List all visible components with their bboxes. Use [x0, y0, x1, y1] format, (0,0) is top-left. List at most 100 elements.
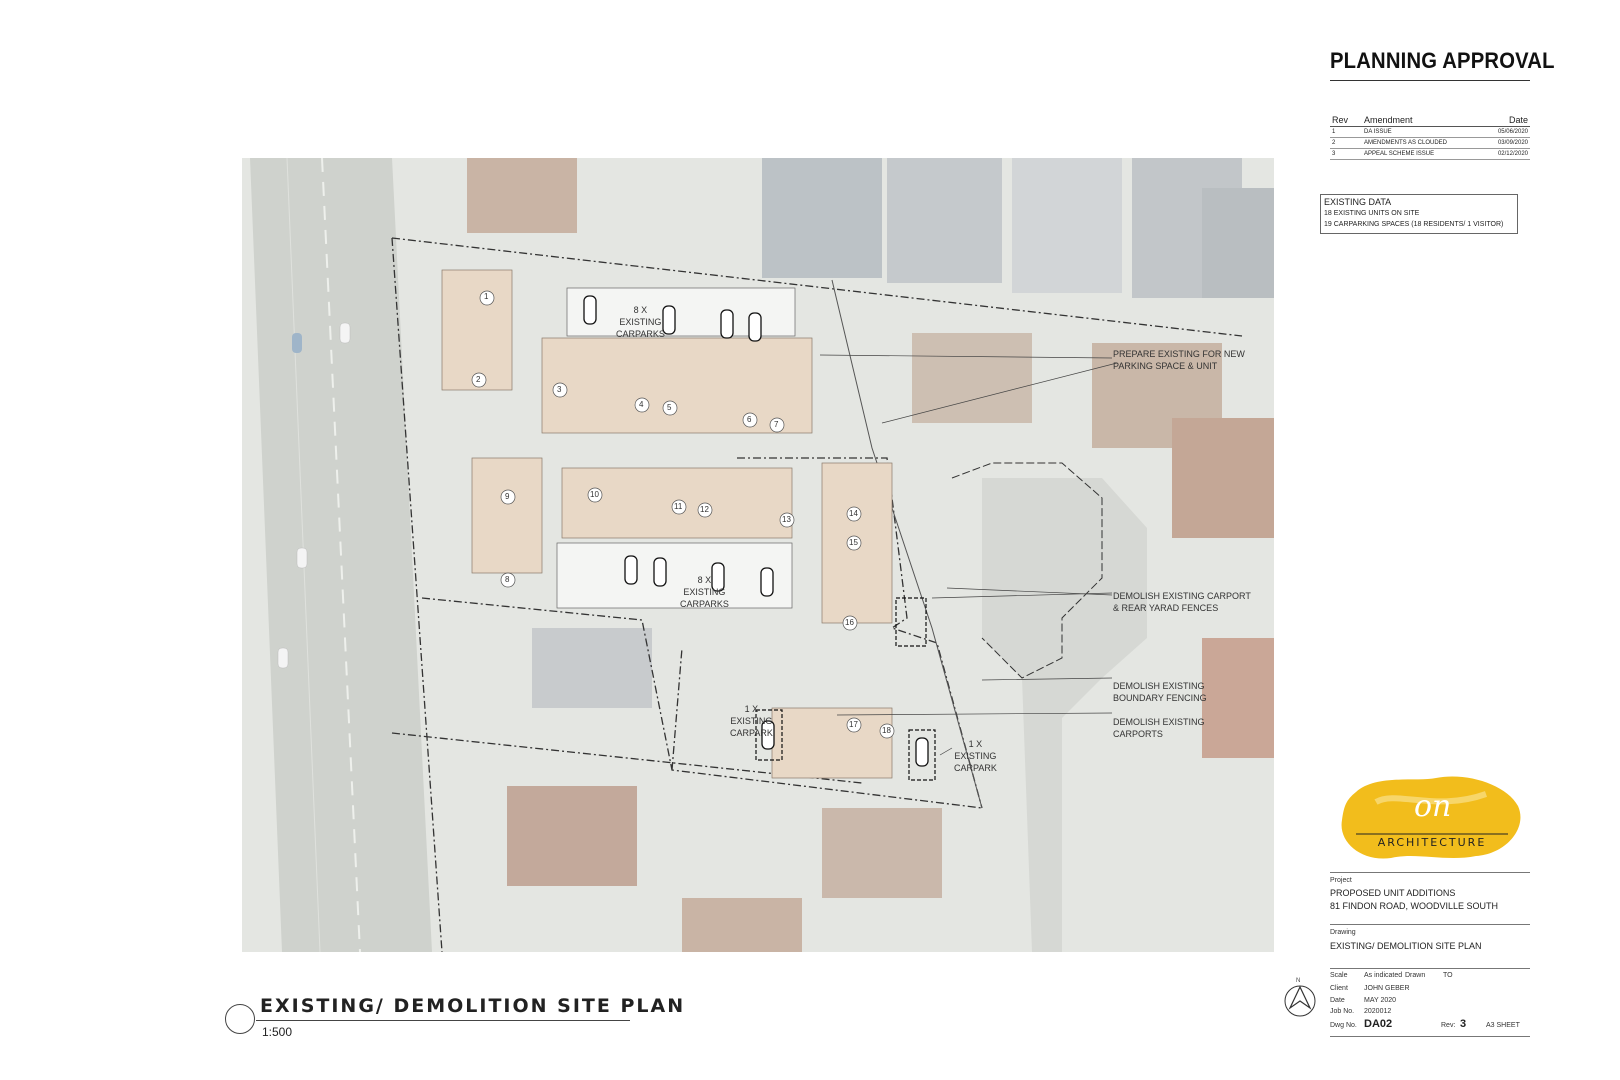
neighbour-roof	[822, 808, 942, 898]
turning-circle	[1012, 518, 1132, 638]
site-plan-aerial	[242, 158, 1274, 952]
neighbour-roof	[1202, 188, 1274, 298]
label-line: CARPORTS	[1113, 729, 1163, 739]
existing-carpark-label: 1 X EXISTING CARPARK	[730, 703, 773, 739]
job-value: 2020012	[1364, 1008, 1392, 1015]
rev-label: Rev:	[1441, 1022, 1456, 1029]
project-line: 81 FINDON ROAD, WOODVILLE SOUTH	[1330, 901, 1499, 911]
unit-block	[541, 337, 813, 434]
existing-data-line: 18 EXISTING UNITS ON SITE	[1324, 210, 1420, 217]
parked-car	[583, 295, 597, 325]
parked-car	[720, 309, 734, 339]
job-label: Job No.	[1330, 1008, 1355, 1015]
rev-number: 1	[1330, 126, 1362, 138]
dwg-value: DA02	[1364, 1018, 1393, 1030]
demolish-carports-note: DEMOLISH EXISTING CARPORTS	[1113, 716, 1205, 740]
existing-data-box: EXISTING DATA 18 EXISTING UNITS ON SITE …	[1320, 194, 1518, 234]
rev-amendment: DA ISSUE	[1362, 126, 1486, 138]
unit-block	[471, 457, 543, 574]
dwg-label: Dwg No.	[1330, 1022, 1357, 1029]
plan-title: EXISTING/ DEMOLITION SITE PLAN	[260, 995, 686, 1017]
table-row: 2 AMENDMENTS AS CLOUDED 03/09/2020	[1330, 137, 1530, 149]
neighbour-roof	[762, 158, 882, 278]
demolish-boundary-note: DEMOLISH EXISTING BOUNDARY FENCING	[1113, 680, 1207, 704]
table-row: 1 DA ISSUE 05/06/2020	[1330, 126, 1530, 138]
road-car	[339, 322, 351, 344]
parked-car	[915, 737, 929, 767]
scale-label: Scale	[1330, 972, 1348, 979]
existing-data-title: EXISTING DATA	[1324, 197, 1392, 207]
title-block-rule	[1330, 968, 1530, 969]
drawn-value: TO	[1443, 972, 1453, 979]
label-line: DEMOLISH EXISTING CARPORT	[1113, 591, 1251, 601]
parked-car	[653, 557, 667, 587]
existing-carparks-label: 8 X EXISTING CARPARKS	[616, 304, 665, 340]
existing-carpark-label: 1 X EXISTING CARPARK	[954, 738, 997, 774]
label-line: CARPARK	[730, 728, 773, 738]
on-architecture-logo: on ARCHITECTURE	[1341, 776, 1521, 859]
revision-header-row: Rev Amendment Date	[1330, 114, 1530, 127]
north-arrow-icon	[1284, 985, 1316, 1017]
sheet-size: A3 SHEET	[1486, 1022, 1520, 1029]
label-line: CARPARK	[954, 763, 997, 773]
title-block-rule	[1330, 1036, 1530, 1037]
neighbour-roof	[1202, 638, 1274, 758]
logo-mark: on	[1414, 789, 1451, 824]
neighbour-roof	[1012, 158, 1122, 293]
title-block-rule	[1330, 872, 1530, 873]
label-line: DEMOLISH EXISTING	[1113, 717, 1205, 727]
date-value: MAY 2020	[1364, 997, 1397, 1004]
table-row: 3 APPEAL SCHEME ISSUE 02/12/2020	[1330, 148, 1530, 160]
road-car	[292, 333, 302, 353]
road-car	[277, 647, 289, 669]
plan-title-underline	[256, 1020, 630, 1021]
plan-scale: 1:500	[262, 1025, 293, 1039]
rev-amendment: APPEAL SCHEME ISSUE	[1362, 148, 1486, 160]
rev-number: 3	[1330, 148, 1362, 160]
project-label: Project	[1330, 877, 1352, 884]
neighbour-roof	[532, 628, 652, 708]
logo-wordmark: ARCHITECTURE	[1378, 836, 1487, 849]
label-line: 8 X	[697, 575, 712, 585]
amendment-col-header: Amendment	[1362, 114, 1486, 127]
existing-carparks-label: 8 X EXISTING CARPARKS	[680, 574, 729, 610]
parking-strip	[556, 542, 793, 609]
rev-amendment: AMENDMENTS AS CLOUDED	[1362, 137, 1486, 149]
date-col-header: Date	[1486, 114, 1530, 127]
label-line: PARKING SPACE & UNIT	[1113, 361, 1218, 371]
prepare-existing-note: PREPARE EXISTING FOR NEW PARKING SPACE &…	[1113, 348, 1245, 372]
neighbour-roof	[467, 158, 577, 233]
neighbour-roof	[1172, 418, 1274, 538]
neighbour-roof	[887, 158, 1002, 283]
scale-value: As indicated	[1364, 972, 1403, 979]
road-car	[296, 547, 308, 569]
label-line: 8 X	[633, 305, 648, 315]
neighbour-roof	[912, 333, 1032, 423]
drawing-name: EXISTING/ DEMOLITION SITE PLAN	[1330, 941, 1482, 951]
label-line: DEMOLISH EXISTING	[1113, 681, 1205, 691]
neighbour-roof	[682, 898, 802, 952]
demolish-carport-note: DEMOLISH EXISTING CARPORT & REAR YARAD F…	[1113, 590, 1251, 614]
label-line: EXISTING	[954, 751, 997, 761]
revision-table: Rev Amendment Date 1 DA ISSUE 05/06/2020…	[1330, 114, 1530, 160]
unit-block	[441, 269, 513, 391]
label-line: EXISTING	[619, 317, 662, 327]
label-line: BOUNDARY FENCING	[1113, 693, 1207, 703]
rev-date: 03/09/2020	[1486, 137, 1530, 149]
title-block-rule	[1330, 924, 1530, 925]
label-line: PREPARE EXISTING FOR NEW	[1113, 349, 1245, 359]
client-label: Client	[1330, 985, 1348, 992]
label-line: 1 X	[744, 704, 759, 714]
rev-date: 02/12/2020	[1486, 148, 1530, 160]
existing-data-line: 19 CARPARKING SPACES (18 RESIDENTS/ 1 VI…	[1324, 221, 1504, 228]
parked-car	[748, 312, 762, 342]
drawing-reference-circle	[225, 1004, 255, 1034]
label-line: EXISTING	[730, 716, 773, 726]
label-line: & REAR YARAD FENCES	[1113, 603, 1219, 613]
label-line: CARPARKS	[616, 329, 665, 339]
parked-car	[760, 567, 774, 597]
project-name: PROPOSED UNIT ADDITIONS 81 FINDON ROAD, …	[1330, 887, 1498, 913]
drawn-label: Drawn	[1405, 972, 1426, 979]
rev-value: 3	[1460, 1018, 1467, 1030]
label-line: 1 X	[968, 739, 983, 749]
